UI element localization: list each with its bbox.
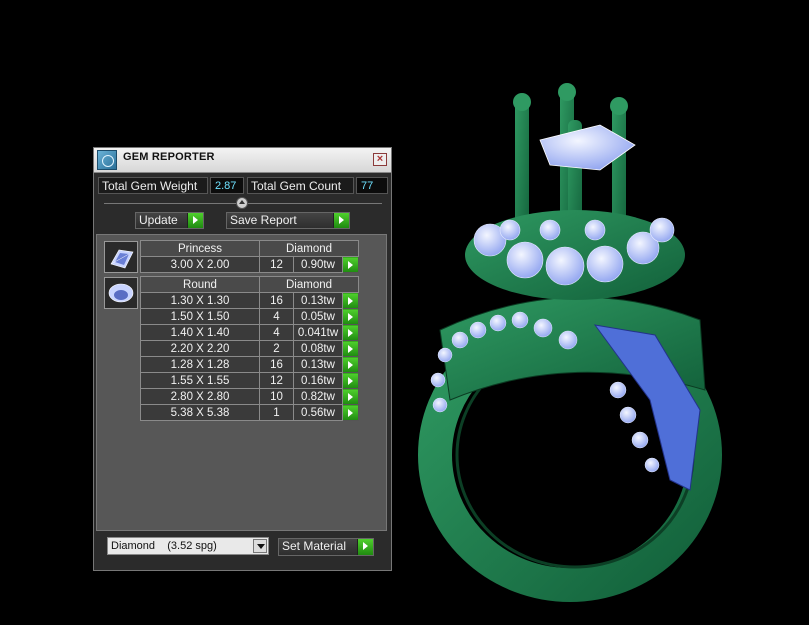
table-row: 1.30 X 1.30 16 0.13tw <box>140 292 359 309</box>
princess-gem-table: Princess Diamond 3.00 X 2.00 12 0.90tw <box>140 240 359 273</box>
gem-count: 4 <box>259 308 294 325</box>
table-row: 1.40 X 1.40 4 0.041tw <box>140 324 359 341</box>
gem-count: 12 <box>259 256 294 273</box>
close-icon[interactable] <box>373 153 387 166</box>
gem-size: 1.28 X 1.28 <box>140 356 260 373</box>
table-row: 1.50 X 1.50 4 0.05tw <box>140 308 359 325</box>
select-row-button[interactable] <box>342 372 359 389</box>
ring-3d-model[interactable] <box>400 70 809 625</box>
select-row-button[interactable] <box>342 256 359 273</box>
set-material-label: Set Material <box>282 539 347 553</box>
round-gem-table: Round Diamond 1.30 X 1.30 16 0.13tw 1.50… <box>140 276 359 421</box>
select-row-button[interactable] <box>342 388 359 405</box>
gem-size: 3.00 X 2.00 <box>140 256 260 273</box>
gem-count: 16 <box>259 292 294 309</box>
select-row-button[interactable] <box>342 356 359 373</box>
total-weight-value: 2.87 <box>210 177 244 194</box>
play-icon <box>187 213 203 228</box>
table-row: 1.55 X 1.55 12 0.16tw <box>140 372 359 389</box>
gem-size: 5.38 X 5.38 <box>140 404 260 421</box>
princess-gem-icon <box>104 241 138 273</box>
round-gem-icon <box>104 277 138 309</box>
gem-size: 1.50 X 1.50 <box>140 308 260 325</box>
gem-weight: 0.56tw <box>293 404 343 421</box>
gem-size: 1.30 X 1.30 <box>140 292 260 309</box>
shape-name: Princess <box>140 240 260 257</box>
window-title: GEM REPORTER <box>123 151 215 163</box>
select-row-button[interactable] <box>342 404 359 421</box>
app-icon <box>97 150 117 170</box>
title-bar[interactable]: GEM REPORTER <box>94 148 391 173</box>
material-dropdown-value: Diamond (3.52 spg) <box>111 540 217 552</box>
play-icon <box>333 213 349 228</box>
gem-count: 1 <box>259 404 294 421</box>
gem-size: 1.55 X 1.55 <box>140 372 260 389</box>
total-count-label: Total Gem Count <box>247 177 354 194</box>
table-row: 2.20 X 2.20 2 0.08tw <box>140 340 359 357</box>
gem-weight: 0.13tw <box>293 356 343 373</box>
select-row-button[interactable] <box>342 308 359 325</box>
gem-weight: 0.041tw <box>293 324 343 341</box>
material-dropdown[interactable]: Diamond (3.52 spg) <box>107 537 269 555</box>
gem-count: 2 <box>259 340 294 357</box>
select-row-button[interactable] <box>342 340 359 357</box>
gem-reporter-window: GEM REPORTER Total Gem Weight 2.87 Total… <box>93 147 392 571</box>
save-report-label: Save Report <box>230 213 297 227</box>
table-row: 2.80 X 2.80 10 0.82tw <box>140 388 359 405</box>
select-row-button[interactable] <box>342 292 359 309</box>
table-row: 5.38 X 5.38 1 0.56tw <box>140 404 359 421</box>
total-weight-label: Total Gem Weight <box>98 177 208 194</box>
set-material-button[interactable]: Set Material <box>278 538 374 556</box>
material-name: Diamond <box>259 276 359 293</box>
gem-list: Princess Diamond 3.00 X 2.00 12 0.90tw R… <box>96 234 387 531</box>
gem-count: 4 <box>259 324 294 341</box>
gem-count: 10 <box>259 388 294 405</box>
play-icon <box>357 539 373 555</box>
gem-count: 16 <box>259 356 294 373</box>
chevron-down-icon[interactable] <box>253 539 267 553</box>
material-name: Diamond <box>259 240 359 257</box>
gem-count: 12 <box>259 372 294 389</box>
group-header: Round Diamond <box>140 276 359 293</box>
splitter-handle[interactable] <box>236 197 248 209</box>
select-row-button[interactable] <box>342 324 359 341</box>
update-button[interactable]: Update <box>135 212 204 229</box>
gem-weight: 0.90tw <box>293 256 343 273</box>
gem-weight: 0.13tw <box>293 292 343 309</box>
gem-weight: 0.16tw <box>293 372 343 389</box>
totals-row: Total Gem Weight 2.87 Total Gem Count 77 <box>98 177 390 195</box>
gem-size: 2.80 X 2.80 <box>140 388 260 405</box>
gem-weight: 0.82tw <box>293 388 343 405</box>
group-header: Princess Diamond <box>140 240 359 257</box>
shape-name: Round <box>140 276 260 293</box>
gem-weight: 0.08tw <box>293 340 343 357</box>
total-count-value: 77 <box>356 177 388 194</box>
gem-weight: 0.05tw <box>293 308 343 325</box>
gem-size: 2.20 X 2.20 <box>140 340 260 357</box>
table-row: 3.00 X 2.00 12 0.90tw <box>140 256 359 273</box>
update-label: Update <box>139 213 178 227</box>
gem-size: 1.40 X 1.40 <box>140 324 260 341</box>
table-row: 1.28 X 1.28 16 0.13tw <box>140 356 359 373</box>
save-report-button[interactable]: Save Report <box>226 212 350 229</box>
